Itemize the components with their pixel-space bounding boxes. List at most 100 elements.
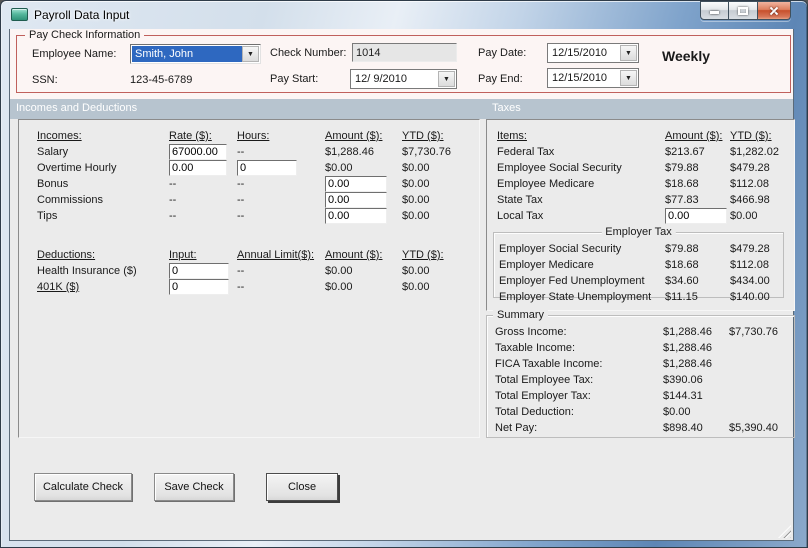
net-pay-label: Net Pay: xyxy=(495,422,538,434)
pay-frequency-label: Weekly xyxy=(662,48,710,64)
commissions-ytd: $0.00 xyxy=(402,194,430,206)
salary-rate-input[interactable] xyxy=(169,144,227,160)
table-row: Local Tax $0.00 xyxy=(497,208,792,224)
table-row: Employer Social Security $79.88 $479.28 xyxy=(499,241,781,257)
commissions-label: Commissions xyxy=(37,194,104,206)
calculate-check-button[interactable]: Calculate Check xyxy=(34,473,132,501)
gross-income-label: Gross Income: xyxy=(495,326,567,338)
table-row: Federal Tax $213.67 $1,282.02 xyxy=(497,144,792,160)
minimize-icon xyxy=(710,11,719,14)
fica-taxable-label: FICA Taxable Income: xyxy=(495,358,603,370)
table-row: Taxable Income: $1,288.46 xyxy=(495,340,792,356)
tips-ytd: $0.00 xyxy=(402,210,430,222)
table-row: Overtime Hourly $0.00 $0.00 xyxy=(37,160,475,176)
col-ytd: YTD ($): xyxy=(402,130,444,142)
paycheck-info-panel: Pay Check Information Employee Name: Smi… xyxy=(10,29,793,99)
summary-title: Summary xyxy=(493,309,549,321)
employee-ss-amount: $79.88 xyxy=(665,162,699,174)
net-pay-ytd: $5,390.40 xyxy=(729,422,778,434)
minimize-button[interactable] xyxy=(700,1,729,20)
tips-rate: -- xyxy=(169,210,177,222)
col-ytd: YTD ($): xyxy=(730,130,772,142)
health-insurance-input[interactable] xyxy=(169,263,229,279)
title-bar[interactable]: Payroll Data Input xyxy=(1,1,807,29)
col-amount: Amount ($): xyxy=(325,249,383,261)
table-row: State Tax $77.83 $466.98 xyxy=(497,192,792,208)
bonus-amount-input[interactable] xyxy=(325,176,387,192)
taxable-income-amount: $1,288.46 xyxy=(663,342,712,354)
taxes-table: Items: Amount ($): YTD ($): Federal Tax … xyxy=(497,128,792,224)
table-row: Gross Income: $1,288.46 $7,730.76 xyxy=(495,324,792,340)
tips-amount-input[interactable] xyxy=(325,208,387,224)
col-incomes: Incomes: xyxy=(37,130,82,142)
state-tax-amount: $77.83 xyxy=(665,194,699,206)
commissions-amount-input[interactable] xyxy=(325,192,387,208)
local-tax-label: Local Tax xyxy=(497,210,544,222)
employee-name-combobox[interactable]: Smith, John ▼ xyxy=(130,44,261,64)
local-tax-ytd: $0.00 xyxy=(730,210,758,222)
commissions-rate: -- xyxy=(169,194,177,206)
employer-tax-groupbox: Employer Tax Employer Social Security $7… xyxy=(493,226,784,303)
pay-date-picker[interactable]: 12/15/2010 ▼ xyxy=(547,43,639,63)
employer-medicare-label: Employer Medicare xyxy=(499,259,594,271)
pay-end-picker[interactable]: 12/15/2010 ▼ xyxy=(547,68,639,88)
net-pay-amount: $898.40 xyxy=(663,422,703,434)
401k-input[interactable] xyxy=(169,279,229,295)
save-check-button[interactable]: Save Check xyxy=(154,473,234,501)
deductions-header-row: Deductions: Input: Annual Limit($): Amou… xyxy=(37,247,475,263)
close-window-button[interactable] xyxy=(758,1,791,20)
chevron-down-icon[interactable]: ▼ xyxy=(620,45,637,61)
fica-taxable-amount: $1,288.46 xyxy=(663,358,712,370)
col-hours: Hours: xyxy=(237,130,270,142)
401k-ytd: $0.00 xyxy=(402,281,430,293)
caption-buttons xyxy=(700,1,791,21)
pay-date-value: 12/15/2010 xyxy=(552,47,608,59)
chevron-down-icon[interactable]: ▼ xyxy=(438,71,455,87)
overtime-hours-input[interactable] xyxy=(237,160,297,176)
table-row: Tips -- -- $0.00 xyxy=(37,208,475,224)
total-employer-tax-label: Total Employer Tax: xyxy=(495,390,591,402)
total-deduction-label: Total Deduction: xyxy=(495,406,574,418)
health-insurance-ytd: $0.00 xyxy=(402,265,430,277)
federal-tax-ytd: $1,282.02 xyxy=(730,146,779,158)
table-row: Health Insurance ($) -- $0.00 $0.00 xyxy=(37,263,475,279)
employer-state-unemp-label: Employer State Unemployment xyxy=(499,291,652,303)
health-insurance-amount: $0.00 xyxy=(325,265,353,277)
col-input: Input: xyxy=(169,249,197,261)
incomes-section-header: Incomes and Deductions xyxy=(16,102,138,114)
chevron-down-icon[interactable]: ▼ xyxy=(242,46,259,62)
employer-ss-label: Employer Social Security xyxy=(499,243,622,255)
table-row: Employee Social Security $79.88 $479.28 xyxy=(497,160,792,176)
pay-start-picker[interactable]: 12/ 9/2010 ▼ xyxy=(350,69,457,89)
close-icon xyxy=(768,5,780,17)
taxable-income-label: Taxable Income: xyxy=(495,342,576,354)
total-employee-tax-amount: $390.06 xyxy=(663,374,703,386)
col-ytd: YTD ($): xyxy=(402,249,444,261)
pay-date-label: Pay Date: xyxy=(478,47,527,59)
overtime-rate-input[interactable] xyxy=(169,160,227,176)
table-row: Employer Medicare $18.68 $112.08 xyxy=(499,257,781,273)
local-tax-input[interactable] xyxy=(665,208,727,224)
col-amount: Amount ($): xyxy=(325,130,383,142)
incomes-deductions-panel: Incomes: Rate ($): Hours: Amount ($): YT… xyxy=(18,119,480,438)
table-row: Total Employee Tax: $390.06 xyxy=(495,372,792,388)
tips-hours: -- xyxy=(237,210,245,222)
tips-label: Tips xyxy=(37,210,58,222)
maximize-icon xyxy=(738,7,748,15)
resize-grip[interactable] xyxy=(778,525,791,538)
employer-fed-unemp-ytd: $434.00 xyxy=(730,275,770,287)
bonus-hours: -- xyxy=(237,178,245,190)
employer-ss-amount: $79.88 xyxy=(665,243,699,255)
chevron-down-icon[interactable]: ▼ xyxy=(620,70,637,86)
401k-limit: -- xyxy=(237,281,245,293)
maximize-button[interactable] xyxy=(729,1,758,20)
close-button[interactable]: Close xyxy=(266,473,338,501)
bonus-label: Bonus xyxy=(37,178,69,190)
taxes-section-header: Taxes xyxy=(492,102,521,114)
salary-hours: -- xyxy=(237,146,245,158)
401k-link[interactable]: 401K ($) xyxy=(37,281,169,293)
salary-label: Salary xyxy=(37,146,69,158)
ssn-label: SSN: xyxy=(32,74,58,86)
table-row: Net Pay: $898.40 $5,390.40 xyxy=(495,420,792,436)
total-employer-tax-amount: $144.31 xyxy=(663,390,703,402)
